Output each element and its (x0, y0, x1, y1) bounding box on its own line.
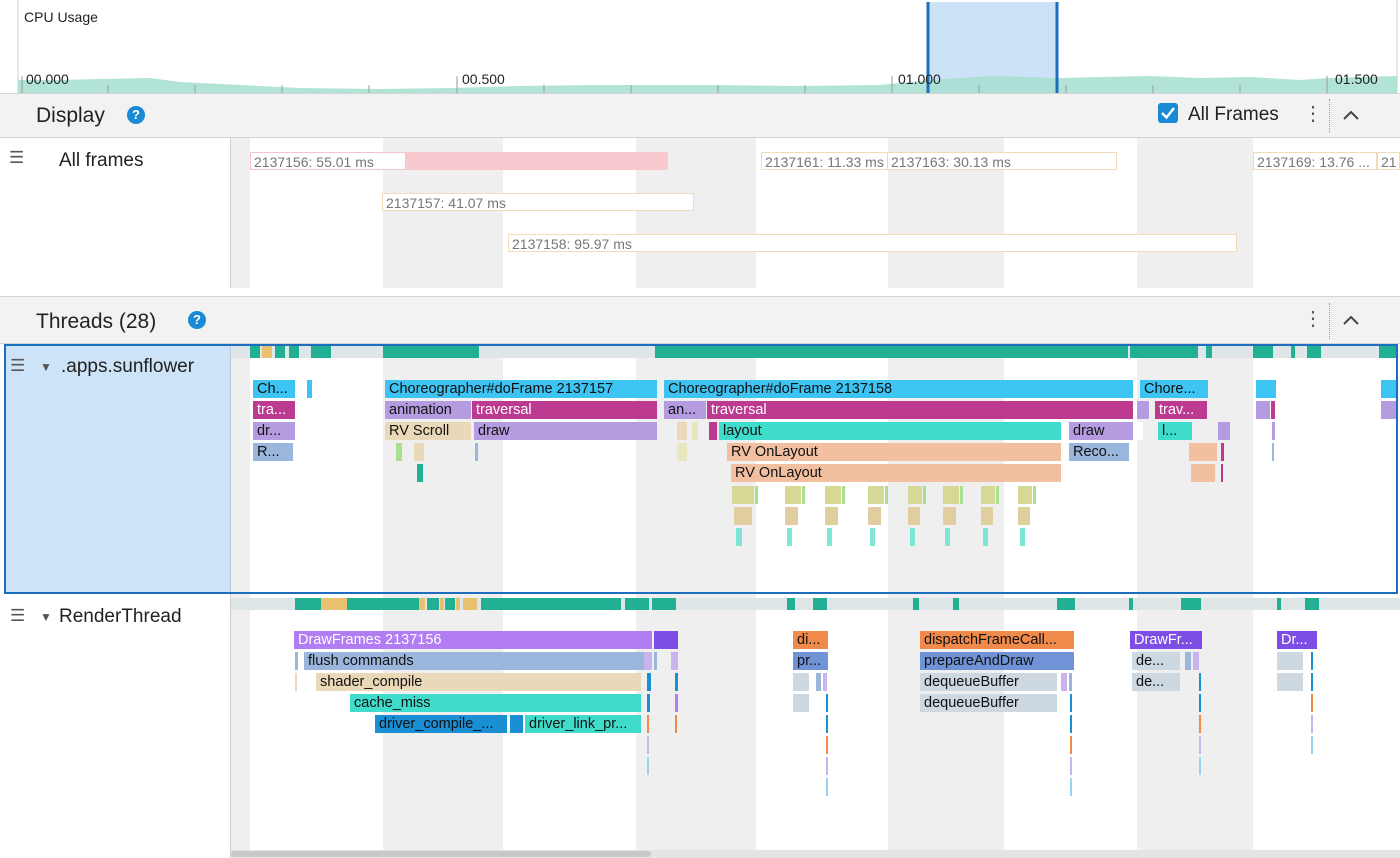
thread-name-sunflower: .apps.sunflower (61, 356, 195, 377)
drag-handle-icon[interactable]: ☰ (10, 606, 25, 626)
display-title: Display (36, 104, 105, 127)
tick-label-0: 00.000 (26, 71, 69, 87)
frame-2137157[interactable]: 2137157: 41.07 ms (382, 193, 694, 211)
slice-dispatch-small[interactable]: di... (793, 631, 828, 649)
header-divider (1329, 303, 1330, 339)
all-frames-lane-label: All frames (59, 150, 144, 171)
slice-prepareanddraw[interactable]: prepareAndDraw (920, 652, 1074, 670)
frame-2137156-jank-bar[interactable] (406, 152, 668, 170)
drag-handle-icon[interactable]: ☰ (10, 356, 25, 376)
cpu-usage-chart[interactable]: CPU Usage 00.000 00.500 01.000 01.500 (0, 0, 1400, 93)
display-frames-area[interactable]: 2137156: 55.01 ms 2137157: 41.07 ms 2137… (231, 138, 1400, 288)
thread-label-pane: ☰ ▼ .apps.sunflower (6, 346, 231, 592)
frame-2137156[interactable]: 2137156: 55.01 ms (250, 152, 406, 170)
tick-label-2: 01.000 (898, 71, 941, 87)
triangle-down-icon[interactable]: ▼ (40, 610, 52, 624)
thread-lane-sunflower[interactable]: ☰ ▼ .apps.sunflower Ch... tra... dr... R… (4, 344, 1398, 594)
kebab-menu-icon[interactable]: ⋮ (1303, 104, 1323, 124)
kebab-menu-icon[interactable]: ⋮ (1303, 309, 1323, 329)
chevron-up-icon[interactable] (1342, 313, 1360, 327)
horizontal-scrollbar[interactable] (231, 850, 1400, 858)
slice-dequeuebuffer-2[interactable]: dequeueBuffer (920, 694, 1057, 712)
tick-label-3: 01.500 (1335, 71, 1378, 87)
frame-2137158[interactable]: 2137158: 95.97 ms (508, 234, 1237, 252)
tick-label-1: 00.500 (462, 71, 505, 87)
drag-handle-icon[interactable]: ☰ (9, 148, 24, 168)
all-frames-label[interactable]: All Frames (1188, 104, 1279, 126)
slice-drawframes-3[interactable]: Dr... (1277, 631, 1317, 649)
header-divider (1329, 99, 1330, 133)
slice-prepare-small[interactable]: pr... (793, 652, 828, 670)
display-lane: ☰ All frames 2137156: 55.01 ms 2137157: … (0, 138, 1400, 296)
thread-label-pane: ☰ ▼ RenderThread (4, 594, 231, 858)
threads-section-header: Threads (28) ? ⋮ (0, 296, 1400, 344)
cpu-usage-track[interactable]: CPU Usage 00.000 00.500 01.000 01.500 (0, 0, 1400, 93)
thread-name-renderthread: RenderThread (59, 606, 182, 627)
slice-dequeue-small-2[interactable]: de... (1132, 673, 1180, 691)
sunflower-trace-area[interactable]: Ch... tra... dr... R... Choreographer#do… (231, 346, 1396, 592)
slice-choreographer-2[interactable]: Chore... (1140, 380, 1208, 398)
frame-2137169[interactable]: 2137169: 13.76 ... (1253, 152, 1377, 170)
slice-traversal-3[interactable]: trav... (1155, 401, 1207, 419)
triangle-down-icon[interactable]: ▼ (40, 360, 52, 374)
all-frames-checkbox[interactable] (1158, 103, 1178, 123)
checkbox-checked-icon (1161, 107, 1175, 120)
display-lane-label-pane: ☰ All frames (4, 138, 231, 288)
question-circle-icon[interactable]: ? (127, 106, 145, 124)
slice-dispatchframecallbacks[interactable]: dispatchFrameCall... (920, 631, 1074, 649)
chevron-up-icon[interactable] (1342, 108, 1360, 122)
slice-drawframes-2[interactable]: DrawFr... (1130, 631, 1202, 649)
slice-dequeuebuffer[interactable]: dequeueBuffer (920, 673, 1057, 691)
scrollbar-thumb[interactable] (231, 851, 651, 857)
thread-lane-renderthread[interactable]: ☰ ▼ RenderThread DrawFrames 2137156 flus… (4, 594, 1400, 858)
frame-2137163[interactable]: 2137163: 30.13 ms (887, 152, 1117, 170)
cpu-usage-title: CPU Usage (24, 9, 98, 25)
layout-child-slices[interactable] (231, 346, 1396, 592)
threads-title: Threads (28) (36, 310, 157, 333)
display-section-header: Display ? All Frames ⋮ (0, 93, 1400, 138)
question-circle-icon[interactable]: ? (188, 311, 206, 329)
renderthread-trace-area[interactable]: DrawFrames 2137156 flush commands shader… (231, 594, 1400, 850)
frame-partial[interactable]: 21 (1377, 152, 1400, 170)
slice-layout-2[interactable]: l... (1158, 422, 1192, 440)
slice-dequeue-small[interactable]: de... (1132, 652, 1180, 670)
frame-2137161[interactable]: 2137161: 11.33 ms (761, 152, 888, 170)
